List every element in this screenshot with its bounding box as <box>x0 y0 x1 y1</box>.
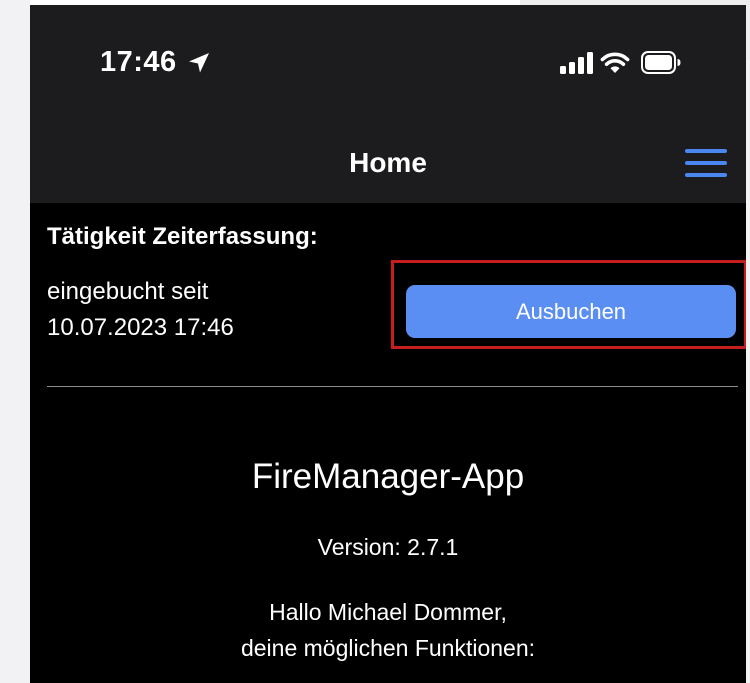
divider <box>47 386 738 387</box>
background-right <box>746 0 750 683</box>
battery-icon <box>641 51 681 74</box>
functions-intro: deine möglichen Funktionen: <box>240 635 536 661</box>
status-bar: 17:46 <box>30 5 746 115</box>
status-time: 17:46 <box>100 46 177 78</box>
page-title: Home <box>349 147 427 178</box>
time-tracking-title: Tätigkeit Zeiterfassung: <box>47 223 318 250</box>
location-arrow-icon <box>189 53 209 73</box>
greeting-text: Hallo Michael Dommer, <box>269 599 507 625</box>
app-version: Version: 2.7.1 <box>317 534 459 560</box>
phone-screen: 17:46 Home Tätigkeit Zeiterfassung: eing… <box>30 5 746 683</box>
booking-timestamp: 10.07.2023 17:46 <box>47 314 234 341</box>
wifi-icon <box>600 52 630 73</box>
app-name: FireManager-App <box>251 457 525 496</box>
hamburger-menu-icon[interactable] <box>681 149 727 185</box>
booking-status-label: eingebucht seit <box>47 278 209 305</box>
background-left <box>0 0 30 683</box>
navigation-bar: Home <box>30 115 746 203</box>
signal-bars-icon <box>560 52 593 74</box>
book-out-button[interactable]: Ausbuchen <box>406 285 736 338</box>
